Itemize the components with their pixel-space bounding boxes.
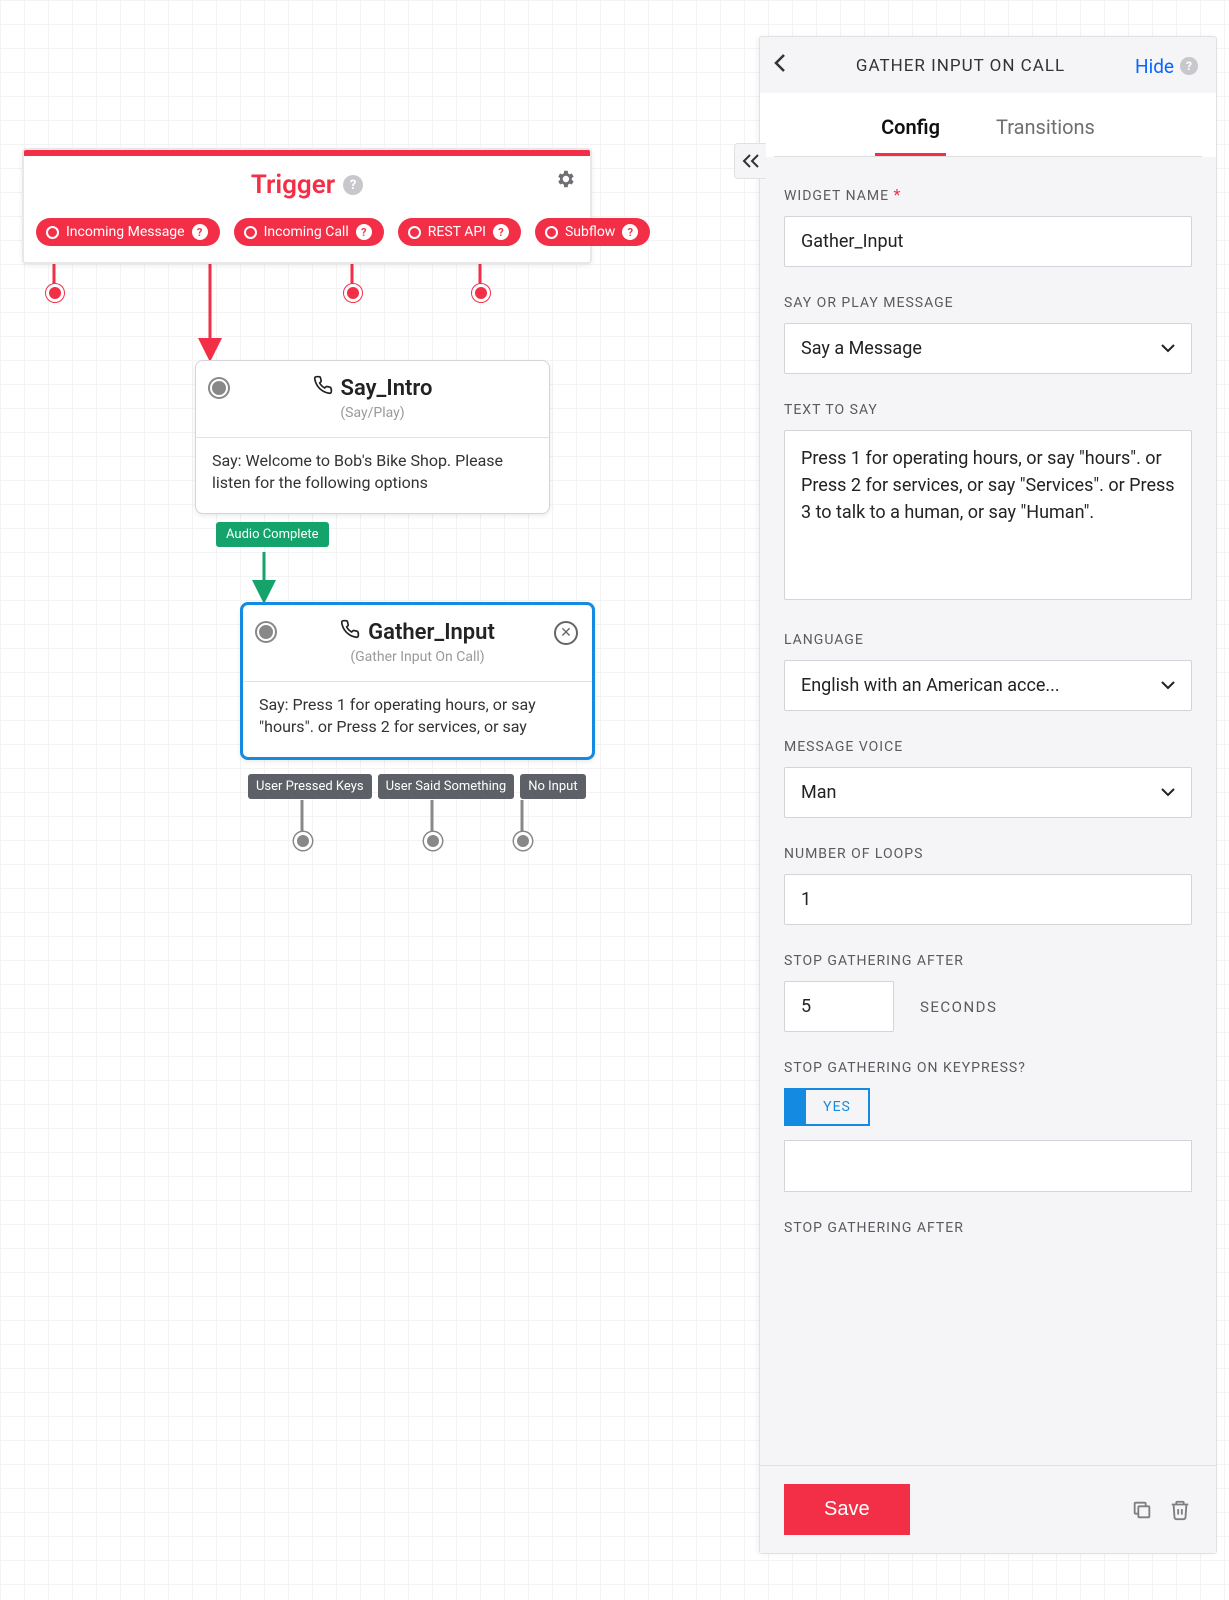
loops-input[interactable]	[784, 874, 1192, 925]
output-user-pressed-keys[interactable]: User Pressed Keys	[248, 774, 372, 799]
connector-dot[interactable]	[46, 284, 64, 302]
node-title: Gather_Input	[368, 620, 495, 645]
keypress-value-box[interactable]	[784, 1140, 1192, 1192]
connector-dot[interactable]	[472, 284, 490, 302]
tab-config[interactable]: Config	[875, 105, 946, 156]
collapse-handle[interactable]	[734, 143, 766, 179]
node-subtitle: (Say/Play)	[210, 405, 535, 421]
trigger-pill-incoming-call[interactable]: Incoming Call?	[234, 218, 384, 246]
say-or-play-label: SAY OR PLAY MESSAGE	[784, 295, 1192, 311]
loops-label: NUMBER OF LOOPS	[784, 846, 1192, 862]
node-gather-input[interactable]: ✕ Gather_Input (Gather Input On Call) Sa…	[240, 602, 595, 760]
help-icon[interactable]: ?	[343, 175, 363, 195]
help-icon[interactable]: ?	[1180, 57, 1198, 75]
connector-dot[interactable]	[424, 832, 442, 850]
language-label: LANGUAGE	[784, 632, 1192, 648]
chevron-down-icon	[1161, 341, 1175, 357]
stop-after2-label: STOP GATHERING AFTER	[784, 1220, 1192, 1236]
phone-icon	[313, 375, 333, 401]
connector-dot[interactable]	[344, 284, 362, 302]
back-icon[interactable]	[774, 53, 786, 79]
stop-keypress-toggle[interactable]: YES	[784, 1088, 870, 1126]
trash-icon[interactable]	[1168, 1498, 1192, 1522]
trigger-pill-rest-api[interactable]: REST API?	[398, 218, 521, 246]
help-icon[interactable]: ?	[192, 224, 208, 240]
connector-dot[interactable]	[514, 832, 532, 850]
widget-name-label: WIDGET NAME	[784, 188, 889, 204]
tabs: Config Transitions	[774, 99, 1202, 157]
output-user-said-something[interactable]: User Said Something	[378, 774, 515, 799]
stop-after-input[interactable]	[784, 981, 894, 1032]
chevron-down-icon	[1161, 678, 1175, 694]
config-panel: GATHER INPUT ON CALL Hide ? Config Trans…	[759, 36, 1217, 1554]
widget-name-input[interactable]	[784, 216, 1192, 267]
text-to-say-label: TEXT TO SAY	[784, 402, 1192, 418]
chevron-down-icon	[1161, 785, 1175, 801]
seconds-label: SECONDS	[920, 998, 997, 1016]
node-body: Say: Press 1 for operating hours, or say…	[243, 682, 592, 757]
text-to-say-input[interactable]	[784, 430, 1192, 600]
save-button[interactable]: Save	[784, 1484, 910, 1535]
help-icon[interactable]: ?	[356, 224, 372, 240]
duplicate-icon[interactable]	[1130, 1498, 1154, 1522]
output-no-input[interactable]: No Input	[520, 774, 585, 799]
hide-link[interactable]: Hide ?	[1135, 55, 1198, 78]
tab-transitions[interactable]: Transitions	[990, 105, 1101, 156]
trigger-pill-incoming-message[interactable]: Incoming Message?	[36, 218, 220, 246]
phone-icon	[340, 619, 360, 645]
help-icon[interactable]: ?	[622, 224, 638, 240]
trigger-title: Trigger	[251, 170, 335, 200]
node-say-intro[interactable]: Say_Intro (Say/Play) Say: Welcome to Bob…	[195, 360, 550, 514]
stop-keypress-label: STOP GATHERING ON KEYPRESS?	[784, 1060, 1192, 1076]
node-title: Say_Intro	[341, 376, 433, 401]
voice-label: MESSAGE VOICE	[784, 739, 1192, 755]
flow-canvas[interactable]: Trigger ? Incoming Message? Incoming Cal…	[0, 0, 1229, 1600]
voice-select[interactable]: Man	[784, 767, 1192, 818]
panel-title: GATHER INPUT ON CALL	[796, 56, 1125, 76]
trigger-pill-subflow[interactable]: Subflow?	[535, 218, 650, 246]
gear-icon[interactable]	[554, 168, 576, 196]
node-subtitle: (Gather Input On Call)	[257, 649, 578, 665]
stop-after-label: STOP GATHERING AFTER	[784, 953, 1192, 969]
trigger-node[interactable]: Trigger ? Incoming Message? Incoming Cal…	[22, 148, 592, 264]
help-icon[interactable]: ?	[493, 224, 509, 240]
connector-dot[interactable]	[294, 832, 312, 850]
output-audio-complete[interactable]: Audio Complete	[216, 522, 329, 547]
language-select[interactable]: English with an American acce...	[784, 660, 1192, 711]
node-body: Say: Welcome to Bob's Bike Shop. Please …	[196, 438, 549, 513]
say-or-play-select[interactable]: Say a Message	[784, 323, 1192, 374]
